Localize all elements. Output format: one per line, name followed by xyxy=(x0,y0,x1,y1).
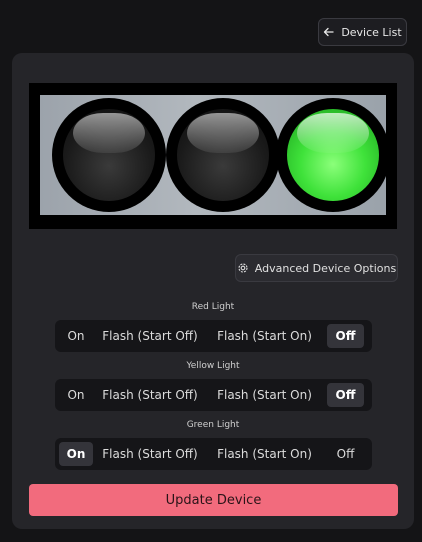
traffic-light xyxy=(29,83,397,229)
yellow-option-off[interactable]: Off xyxy=(327,383,364,407)
device-list-button[interactable]: Device List xyxy=(318,18,407,46)
advanced-device-options-label: Advanced Device Options xyxy=(254,261,397,275)
arrow-left-icon xyxy=(324,27,334,37)
device-list-label: Device List xyxy=(341,25,402,39)
red-lamp xyxy=(52,98,166,212)
red-option-on[interactable]: On xyxy=(59,324,93,348)
traffic-light-panel xyxy=(40,95,390,215)
update-device-button[interactable]: Update Device xyxy=(29,484,398,516)
yellow-option-flash-start-off[interactable]: Flash (Start Off) xyxy=(93,383,207,407)
red-option-flash-start-on[interactable]: Flash (Start On) xyxy=(207,324,322,348)
yellow-option-on[interactable]: On xyxy=(59,383,93,407)
green-option-on[interactable]: On xyxy=(59,442,93,466)
yellow-lamp xyxy=(166,98,280,212)
yellow-light-label: Yellow Light xyxy=(186,361,240,371)
green-light-selector: On Flash (Start Off) Flash (Start On) Of… xyxy=(55,438,372,470)
red-option-off[interactable]: Off xyxy=(327,324,364,348)
app: Device List Advanced Device Options Red … xyxy=(0,0,422,542)
green-lamp xyxy=(276,98,390,212)
gear-icon xyxy=(238,263,248,273)
green-option-flash-start-on[interactable]: Flash (Start On) xyxy=(207,442,322,466)
device-card: Advanced Device Options Red Light On Fla… xyxy=(12,53,414,529)
green-option-off[interactable]: Off xyxy=(327,442,364,466)
yellow-light-selector: On Flash (Start Off) Flash (Start On) Of… xyxy=(55,379,372,411)
advanced-device-options-button[interactable]: Advanced Device Options xyxy=(235,254,398,282)
green-option-flash-start-off[interactable]: Flash (Start Off) xyxy=(93,442,207,466)
red-option-flash-start-off[interactable]: Flash (Start Off) xyxy=(93,324,207,348)
red-light-label: Red Light xyxy=(191,302,235,312)
red-light-selector: On Flash (Start Off) Flash (Start On) Of… xyxy=(55,320,372,352)
yellow-option-flash-start-on[interactable]: Flash (Start On) xyxy=(207,383,322,407)
green-light-label: Green Light xyxy=(186,420,240,430)
